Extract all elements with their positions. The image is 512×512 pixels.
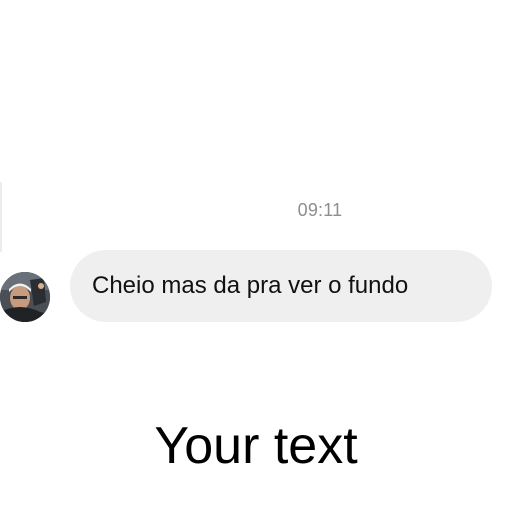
chat-screen: 09:11 Cheio mas da pra ver o fundo Your … (0, 0, 512, 512)
message-row: Cheio mas da pra ver o fundo (0, 250, 512, 324)
message-text: Cheio mas da pra ver o fundo (92, 272, 409, 299)
caption-text: Your text (154, 417, 358, 475)
avatar[interactable] (0, 272, 50, 322)
message-bubble[interactable]: Cheio mas da pra ver o fundo (70, 250, 492, 322)
message-timestamp: 09:11 (297, 200, 343, 220)
avatar-photo (0, 272, 50, 322)
